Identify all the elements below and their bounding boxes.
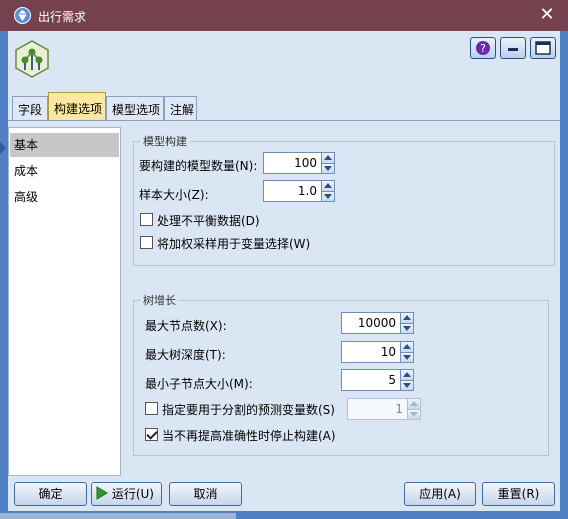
- max-nodes-stepper[interactable]: 10000: [341, 312, 414, 334]
- ok-button[interactable]: 确定: [14, 482, 87, 506]
- stepper-down-icon[interactable]: [322, 191, 335, 202]
- tab-label: 模型选项: [112, 103, 161, 117]
- maximize-icon: [535, 41, 551, 55]
- tab-fields[interactable]: 字段: [12, 96, 48, 120]
- num-predictors-value: 1: [347, 398, 408, 420]
- apply-button[interactable]: 应用(A): [404, 482, 476, 506]
- stepper-up-icon[interactable]: [322, 152, 335, 164]
- tree-growth-legend: 树增长: [143, 294, 176, 307]
- title-bar: 出行需求 ✕: [0, 0, 568, 31]
- tab-model-options[interactable]: 模型选项: [106, 96, 164, 120]
- apply-button-label: 应用(A): [419, 487, 461, 501]
- close-button[interactable]: ✕: [535, 3, 559, 27]
- run-button[interactable]: 运行(U): [91, 482, 162, 506]
- cancel-button-label: 取消: [193, 487, 218, 501]
- cancel-button[interactable]: 取消: [169, 482, 242, 506]
- help-icon: ?: [476, 41, 490, 55]
- tab-label: 注解: [170, 103, 195, 117]
- svg-text:?: ?: [480, 42, 486, 55]
- window-title: 出行需求: [38, 10, 87, 24]
- min-child-value[interactable]: 5: [341, 369, 401, 391]
- minimize-button[interactable]: [500, 37, 526, 59]
- tab-label: 字段: [18, 103, 43, 117]
- help-button[interactable]: ?: [470, 37, 496, 59]
- max-nodes-label: 最大节点数(X):: [145, 319, 227, 333]
- tab-build-options[interactable]: 构建选项: [48, 92, 106, 121]
- window-frame-right: [560, 31, 568, 519]
- reset-button[interactable]: 重置(R): [482, 482, 555, 506]
- maximize-button[interactable]: [530, 37, 556, 59]
- stepper-up-icon[interactable]: [401, 341, 414, 353]
- model-build-legend: 模型构建: [143, 135, 187, 148]
- stepper-up-icon: [408, 398, 421, 410]
- window-frame-left: [0, 31, 8, 519]
- ok-button-label: 确定: [38, 487, 63, 501]
- weighted-sampling-label: 将加权采样用于变量选择(W): [157, 237, 311, 251]
- stop-early-label: 当不再提高准确性时停止构建(A): [162, 429, 336, 443]
- stepper-up-icon[interactable]: [322, 180, 335, 192]
- frame-highlight: [0, 513, 236, 519]
- window-frame-bottom: [0, 511, 568, 519]
- max-depth-label: 最大树深度(T):: [145, 348, 226, 362]
- tab-annotations[interactable]: 注解: [164, 96, 197, 120]
- nav-item-label: 基本: [14, 138, 39, 152]
- stepper-up-icon[interactable]: [401, 312, 414, 324]
- run-play-icon: [96, 486, 108, 500]
- imbalanced-label: 处理不平衡数据(D): [157, 214, 260, 228]
- num-predictors-stepper: 1: [347, 398, 421, 420]
- tab-label: 构建选项: [54, 102, 103, 116]
- min-child-label: 最小子节点大小(M):: [145, 377, 253, 391]
- sample-size-stepper[interactable]: 1.0: [263, 180, 335, 202]
- num-predictors-checkbox[interactable]: [145, 402, 158, 415]
- nav-item-advanced[interactable]: 高级: [10, 185, 119, 209]
- random-trees-node-icon: [15, 40, 49, 78]
- app-diamond-icon: [14, 7, 31, 24]
- close-icon: ✕: [539, 4, 555, 25]
- num-predictors-label: 指定要用于分割的预测变量数(S): [162, 403, 335, 417]
- nav-item-basic[interactable]: 基本: [10, 133, 119, 157]
- weighted-sampling-checkbox[interactable]: [140, 236, 153, 249]
- stepper-down-icon: [408, 409, 421, 420]
- stepper-down-icon[interactable]: [322, 163, 335, 174]
- stepper-down-icon[interactable]: [401, 380, 414, 391]
- stepper-up-icon[interactable]: [401, 369, 414, 381]
- run-button-label: 运行(U): [111, 487, 154, 501]
- nav-item-label: 成本: [14, 164, 39, 178]
- num-models-value[interactable]: 100: [263, 152, 322, 174]
- num-models-stepper[interactable]: 100: [263, 152, 335, 174]
- stop-early-checkbox[interactable]: [145, 428, 158, 441]
- sample-size-value[interactable]: 1.0: [263, 180, 322, 202]
- nav-item-label: 高级: [14, 190, 39, 204]
- sample-size-label: 样本大小(Z):: [139, 188, 209, 202]
- max-depth-stepper[interactable]: 10: [341, 341, 414, 363]
- stepper-down-icon[interactable]: [401, 352, 414, 363]
- minimize-icon: [508, 48, 518, 51]
- imbalanced-checkbox[interactable]: [140, 213, 153, 226]
- min-child-stepper[interactable]: 5: [341, 369, 414, 391]
- max-nodes-value[interactable]: 10000: [341, 312, 401, 334]
- options-nav-list: 基本 成本 高级: [8, 127, 121, 476]
- reset-button-label: 重置(R): [497, 487, 540, 501]
- stepper-down-icon[interactable]: [401, 323, 414, 334]
- nav-item-costs[interactable]: 成本: [10, 159, 119, 183]
- num-models-label: 要构建的模型数量(N):: [139, 159, 258, 173]
- max-depth-value[interactable]: 10: [341, 341, 401, 363]
